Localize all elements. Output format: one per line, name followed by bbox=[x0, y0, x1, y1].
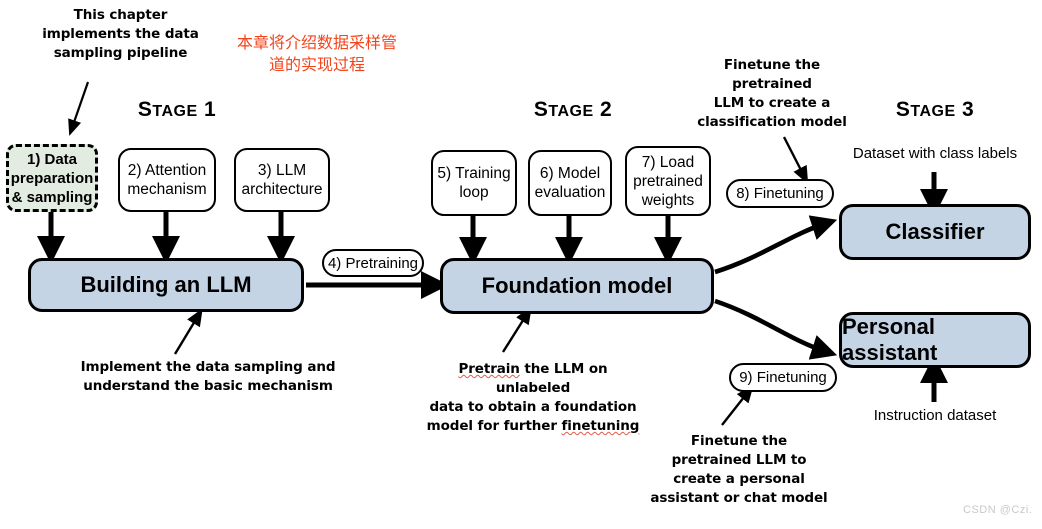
label-dataset-class-labels-text: Dataset with class labels bbox=[852, 145, 1018, 162]
block-building-an-llm-label: Building an LLM bbox=[80, 272, 252, 297]
step-box-training-loop-label: 5) Training loop bbox=[437, 164, 510, 202]
stage-2-title-rest: TAGE bbox=[548, 103, 594, 120]
annotation-finetune-assistant-line2: pretrained LLM to bbox=[671, 452, 807, 468]
stage-3-title-rest: TAGE bbox=[910, 103, 956, 120]
stage-1-title-rest: TAGE bbox=[152, 103, 198, 120]
block-foundation-model[interactable]: Foundation model bbox=[440, 258, 714, 314]
stage-2-title-lead: S bbox=[533, 98, 549, 121]
step-box-load-pretrained-weights-line1: 7) Load bbox=[641, 153, 695, 171]
step-box-data-preparation-line3: & sampling bbox=[11, 188, 93, 206]
arrow-foundation-to-classifier bbox=[714, 215, 838, 275]
pill-finetuning-8-label: 8) Finetuning bbox=[736, 185, 824, 202]
stage-2-title-num: 2 bbox=[599, 98, 613, 121]
step-box-data-preparation[interactable]: 1) Data preparation & sampling bbox=[6, 144, 98, 212]
step-box-model-evaluation[interactable]: 6) Model evaluation bbox=[528, 150, 612, 216]
block-classifier-label: Classifier bbox=[885, 219, 985, 244]
annotation-stage2-note-line3-a: model for further bbox=[426, 418, 562, 434]
annotation-finetune-assistant: Finetune the pretrained LLM to create a … bbox=[628, 432, 850, 508]
label-instruction-dataset-text: Instruction dataset bbox=[873, 407, 997, 424]
diagram-canvas: This chapter implements the data samplin… bbox=[0, 0, 1042, 529]
annotation-chinese-translation: 本章将介绍数据采样管 道的实现过程 bbox=[222, 32, 412, 76]
annotation-chapter-intro-line2: implements the data bbox=[42, 26, 199, 42]
pill-pretraining[interactable]: 4) Pretraining bbox=[322, 249, 424, 277]
label-instruction-dataset: Instruction dataset bbox=[854, 406, 1016, 425]
stage-3-title-lead: S bbox=[895, 98, 911, 121]
block-personal-assistant[interactable]: Personal assistant bbox=[839, 312, 1031, 368]
annotation-finetune-classifier-line3: classification model bbox=[697, 114, 847, 130]
step-box-training-loop[interactable]: 5) Training loop bbox=[431, 150, 517, 216]
step-box-llm-architecture[interactable]: 3) LLM architecture bbox=[234, 148, 330, 212]
arrow-note-to-finetuning9 bbox=[721, 384, 754, 426]
stage-2-title: STAGE 2 bbox=[518, 98, 628, 122]
annotation-stage2-note: Pretrain the LLM on unlabeled data to ob… bbox=[425, 360, 641, 436]
annotation-stage2-note-pretrain: Pretrain bbox=[458, 361, 520, 377]
step-box-model-evaluation-line1: 6) Model bbox=[539, 165, 601, 182]
stage-1-title-num: 1 bbox=[203, 98, 217, 121]
annotation-finetune-classifier-line2: LLM to create a bbox=[713, 95, 831, 111]
arrow-note-to-finetuning8 bbox=[782, 136, 809, 185]
watermark-text: CSDN @Czi. bbox=[963, 504, 1033, 516]
step-box-load-pretrained-weights[interactable]: 7) Load pretrained weights bbox=[625, 146, 711, 216]
annotation-chapter-intro: This chapter implements the data samplin… bbox=[28, 6, 213, 63]
step-box-load-pretrained-weights-label: 7) Load pretrained weights bbox=[633, 153, 703, 210]
label-dataset-class-labels: Dataset with class labels bbox=[839, 144, 1031, 163]
step-box-training-loop-line2: loop bbox=[459, 184, 489, 201]
annotation-chapter-intro-line3: sampling pipeline bbox=[53, 45, 188, 61]
step-box-attention-mechanism-line2: mechanism bbox=[127, 181, 207, 198]
step-box-load-pretrained-weights-line3: weights bbox=[641, 191, 695, 209]
pill-finetuning-8[interactable]: 8) Finetuning bbox=[726, 179, 834, 208]
step-box-llm-architecture-label: 3) LLM architecture bbox=[242, 161, 323, 199]
step-box-attention-mechanism-line1: 2) Attention bbox=[127, 162, 207, 179]
annotation-finetune-classifier-line1: Finetune the pretrained bbox=[723, 57, 821, 92]
step-box-data-preparation-line2: preparation bbox=[10, 169, 94, 187]
step-box-model-evaluation-line2: evaluation bbox=[534, 184, 606, 201]
step-box-attention-mechanism[interactable]: 2) Attention mechanism bbox=[118, 148, 216, 212]
arrow-stage1-note bbox=[173, 308, 203, 355]
annotation-finetune-assistant-line3: create a personal bbox=[673, 471, 805, 487]
block-personal-assistant-label: Personal assistant bbox=[842, 314, 938, 365]
step-box-data-preparation-line1: 1) Data bbox=[26, 150, 78, 168]
annotation-finetune-assistant-line1: Finetune the bbox=[690, 433, 788, 449]
pill-finetuning-9[interactable]: 9) Finetuning bbox=[729, 363, 837, 392]
arrow-foundation-to-assistant bbox=[714, 298, 838, 360]
step-box-llm-architecture-line1: 3) LLM bbox=[257, 162, 307, 179]
annotation-stage2-note-line3: model for further finetuning bbox=[425, 417, 641, 436]
stage-3-title-num: 3 bbox=[961, 98, 975, 121]
step-box-data-preparation-label: 1) Data preparation & sampling bbox=[11, 150, 94, 207]
pill-finetuning-9-label: 9) Finetuning bbox=[739, 369, 827, 386]
step-box-llm-architecture-line2: architecture bbox=[241, 181, 323, 198]
annotation-chinese-line2: 道的实现过程 bbox=[268, 55, 365, 74]
annotation-stage2-note-line2: data to obtain a foundation bbox=[429, 399, 637, 415]
annotation-chapter-intro-line1: This chapter bbox=[73, 7, 168, 23]
block-foundation-model-label: Foundation model bbox=[481, 273, 673, 298]
arrow-stage2-note bbox=[501, 306, 532, 353]
pill-pretraining-label: 4) Pretraining bbox=[327, 254, 419, 272]
annotation-finetune-classifier: Finetune the pretrained LLM to create a … bbox=[682, 56, 862, 132]
step-box-training-loop-line1: 5) Training bbox=[437, 165, 511, 182]
stage-1-title-lead: S bbox=[137, 98, 153, 121]
step-box-attention-mechanism-label: 2) Attention mechanism bbox=[127, 161, 206, 199]
stage-1-title: STAGE 1 bbox=[122, 98, 232, 122]
block-classifier[interactable]: Classifier bbox=[839, 204, 1031, 260]
arrow-chapter-to-step1 bbox=[68, 81, 90, 136]
step-box-model-evaluation-label: 6) Model evaluation bbox=[535, 164, 606, 202]
annotation-stage1-note-line2: understand the basic mechanism bbox=[83, 378, 333, 394]
block-building-an-llm[interactable]: Building an LLM bbox=[28, 258, 304, 312]
annotation-chinese-line1: 本章将介绍数据采样管 bbox=[236, 33, 397, 52]
watermark: CSDN @Czi. bbox=[963, 504, 1032, 516]
annotation-stage1-note: Implement the data sampling and understa… bbox=[80, 358, 336, 396]
stage-3-title: STAGE 3 bbox=[880, 98, 990, 122]
annotation-stage1-note-line1: Implement the data sampling and bbox=[80, 359, 336, 375]
annotation-stage2-note-line1: Pretrain the LLM on unlabeled bbox=[425, 360, 641, 398]
step-box-load-pretrained-weights-line2: pretrained bbox=[633, 172, 703, 190]
annotation-finetune-assistant-line4: assistant or chat model bbox=[650, 490, 828, 506]
